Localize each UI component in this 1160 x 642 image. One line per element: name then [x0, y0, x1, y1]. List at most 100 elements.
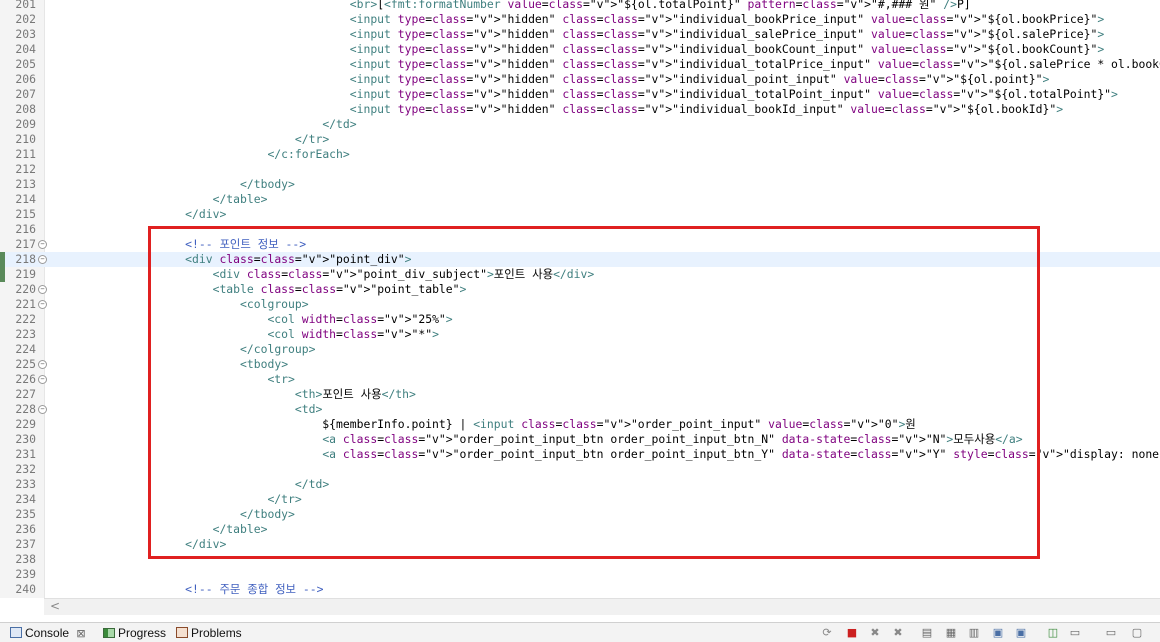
line-number: 204: [15, 42, 36, 56]
show-console-icon[interactable]: ▣: [991, 626, 1005, 639]
line-number: 203: [15, 27, 36, 41]
scroll-left-icon[interactable]: <: [50, 599, 60, 613]
fold-toggle-icon[interactable]: −: [38, 405, 47, 414]
tab-console-label: Console: [25, 626, 70, 640]
code-line[interactable]: 202 <input type=class="v">"hidden" class…: [0, 12, 1160, 27]
fold-toggle-icon[interactable]: −: [38, 375, 47, 384]
line-number: 240: [15, 582, 36, 596]
code-text: <input type=class="v">"hidden" class=cla…: [349, 57, 1160, 71]
line-number: 207: [15, 87, 36, 101]
code-line[interactable]: 204 <input type=class="v">"hidden" class…: [0, 42, 1160, 57]
fold-toggle-icon[interactable]: −: [38, 285, 47, 294]
line-number: 220: [15, 282, 36, 296]
line-number: 221: [15, 297, 36, 311]
code-text: <input type=class="v">"hidden" class=cla…: [349, 72, 1050, 86]
annotation-highlight-box: [148, 226, 1040, 559]
close-icon[interactable]: ⊠: [76, 627, 85, 640]
line-number: 201: [15, 0, 36, 11]
code-line[interactable]: 208 <input type=class="v">"hidden" class…: [0, 102, 1160, 117]
code-line[interactable]: 215 </div>: [0, 207, 1160, 222]
code-text: </c:forEach>: [267, 147, 350, 161]
line-number: 208: [15, 102, 36, 116]
code-line[interactable]: 210 </tr>: [0, 132, 1160, 147]
line-number: 225: [15, 357, 36, 371]
code-text: </tr>: [294, 132, 330, 146]
line-number: 239: [15, 567, 36, 581]
code-text: <input type=class="v">"hidden" class=cla…: [349, 42, 1105, 56]
code-text: <input type=class="v">"hidden" class=cla…: [349, 87, 1118, 101]
code-line[interactable]: 207 <input type=class="v">"hidden" class…: [0, 87, 1160, 102]
code-line[interactable]: 240 <!-- 주문 종합 정보 -->: [0, 582, 1160, 597]
progress-icon: [103, 628, 115, 638]
code-line[interactable]: 213 </tbody>: [0, 177, 1160, 192]
fold-toggle-icon[interactable]: −: [38, 255, 47, 264]
tab-problems[interactable]: Problems: [176, 625, 242, 641]
line-number: 232: [15, 462, 36, 476]
link-icon[interactable]: ⟳: [820, 626, 834, 639]
code-line[interactable]: 212: [0, 162, 1160, 177]
minimize-icon[interactable]: ▭: [1104, 626, 1118, 639]
line-number: 235: [15, 507, 36, 521]
line-number: 229: [15, 417, 36, 431]
line-number: 219: [15, 267, 36, 281]
code-line[interactable]: 211 </c:forEach>: [0, 147, 1160, 162]
line-number: 233: [15, 477, 36, 491]
remove-launch-icon[interactable]: ✖: [868, 626, 882, 639]
fold-toggle-icon[interactable]: −: [38, 360, 47, 369]
code-text: </div>: [185, 207, 227, 221]
tab-problems-label: Problems: [191, 626, 242, 640]
line-number: 214: [15, 192, 36, 206]
line-number: 211: [15, 147, 36, 161]
console-icon: [10, 627, 22, 638]
fold-toggle-icon[interactable]: −: [38, 240, 47, 249]
open-console-icon[interactable]: ◫: [1046, 626, 1060, 639]
code-line[interactable]: 203 <input type=class="v">"hidden" class…: [0, 27, 1160, 42]
word-wrap-icon[interactable]: ▥: [967, 626, 981, 639]
bottom-panel-tabs: Console ⊠ Progress Problems ⟳ ■ ✖ ✖ ▤ ▦ ▥ ▣ ▣ ◫ ▭ ▭…: [0, 622, 1160, 642]
line-number: 231: [15, 447, 36, 461]
tab-progress[interactable]: Progress: [103, 625, 166, 641]
terminate-icon[interactable]: ■: [845, 626, 859, 639]
line-number: 224: [15, 342, 36, 356]
line-number: 223: [15, 327, 36, 341]
maximize-icon[interactable]: ▢: [1130, 626, 1144, 639]
code-text: <!-- 주문 종합 정보 -->: [48, 582, 324, 596]
line-number: 228: [15, 402, 36, 416]
fold-toggle-icon[interactable]: −: [38, 300, 47, 309]
code-text: <input type=class="v">"hidden" class=cla…: [349, 27, 1105, 41]
code-text: <input type=class="v">"hidden" class=cla…: [349, 12, 1105, 26]
code-text: </tbody>: [240, 177, 295, 191]
problems-icon: [176, 627, 188, 638]
line-number: 218: [15, 252, 36, 266]
code-line[interactable]: 206 <input type=class="v">"hidden" class…: [0, 72, 1160, 87]
line-number: 212: [15, 162, 36, 176]
tab-console[interactable]: Console ⊠: [10, 625, 86, 641]
code-text: </td>: [322, 117, 357, 131]
line-number: 230: [15, 432, 36, 446]
code-text: <input type=class="v">"hidden" class=cla…: [349, 102, 1064, 116]
code-line[interactable]: 201 <br>[<fmt:formatNumber value=class="…: [0, 0, 1160, 12]
code-line[interactable]: 214 </table>: [0, 192, 1160, 207]
line-number: 238: [15, 552, 36, 566]
clear-console-icon[interactable]: ▤: [920, 626, 934, 639]
tab-progress-label: Progress: [118, 626, 167, 640]
line-number: 236: [15, 522, 36, 536]
line-number: 226: [15, 372, 36, 386]
line-number: 213: [15, 177, 36, 191]
line-number: 202: [15, 12, 36, 26]
display-console-icon[interactable]: ▭: [1068, 626, 1082, 639]
horizontal-scrollbar[interactable]: <: [44, 598, 1160, 615]
line-number: 209: [15, 117, 36, 131]
line-number: 237: [15, 537, 36, 551]
code-line[interactable]: 239: [0, 567, 1160, 582]
line-number: 216: [15, 222, 36, 236]
line-number: 210: [15, 132, 36, 146]
code-line[interactable]: 205 <input type=class="v">"hidden" class…: [0, 57, 1160, 72]
pin-console-icon[interactable]: ▣: [1014, 626, 1028, 639]
line-number: 227: [15, 387, 36, 401]
code-text: </table>: [212, 192, 268, 206]
code-line[interactable]: 209 </td>: [0, 117, 1160, 132]
line-number: 205: [15, 57, 36, 71]
scroll-lock-icon[interactable]: ▦: [944, 626, 958, 639]
remove-all-icon[interactable]: ✖: [891, 626, 905, 639]
